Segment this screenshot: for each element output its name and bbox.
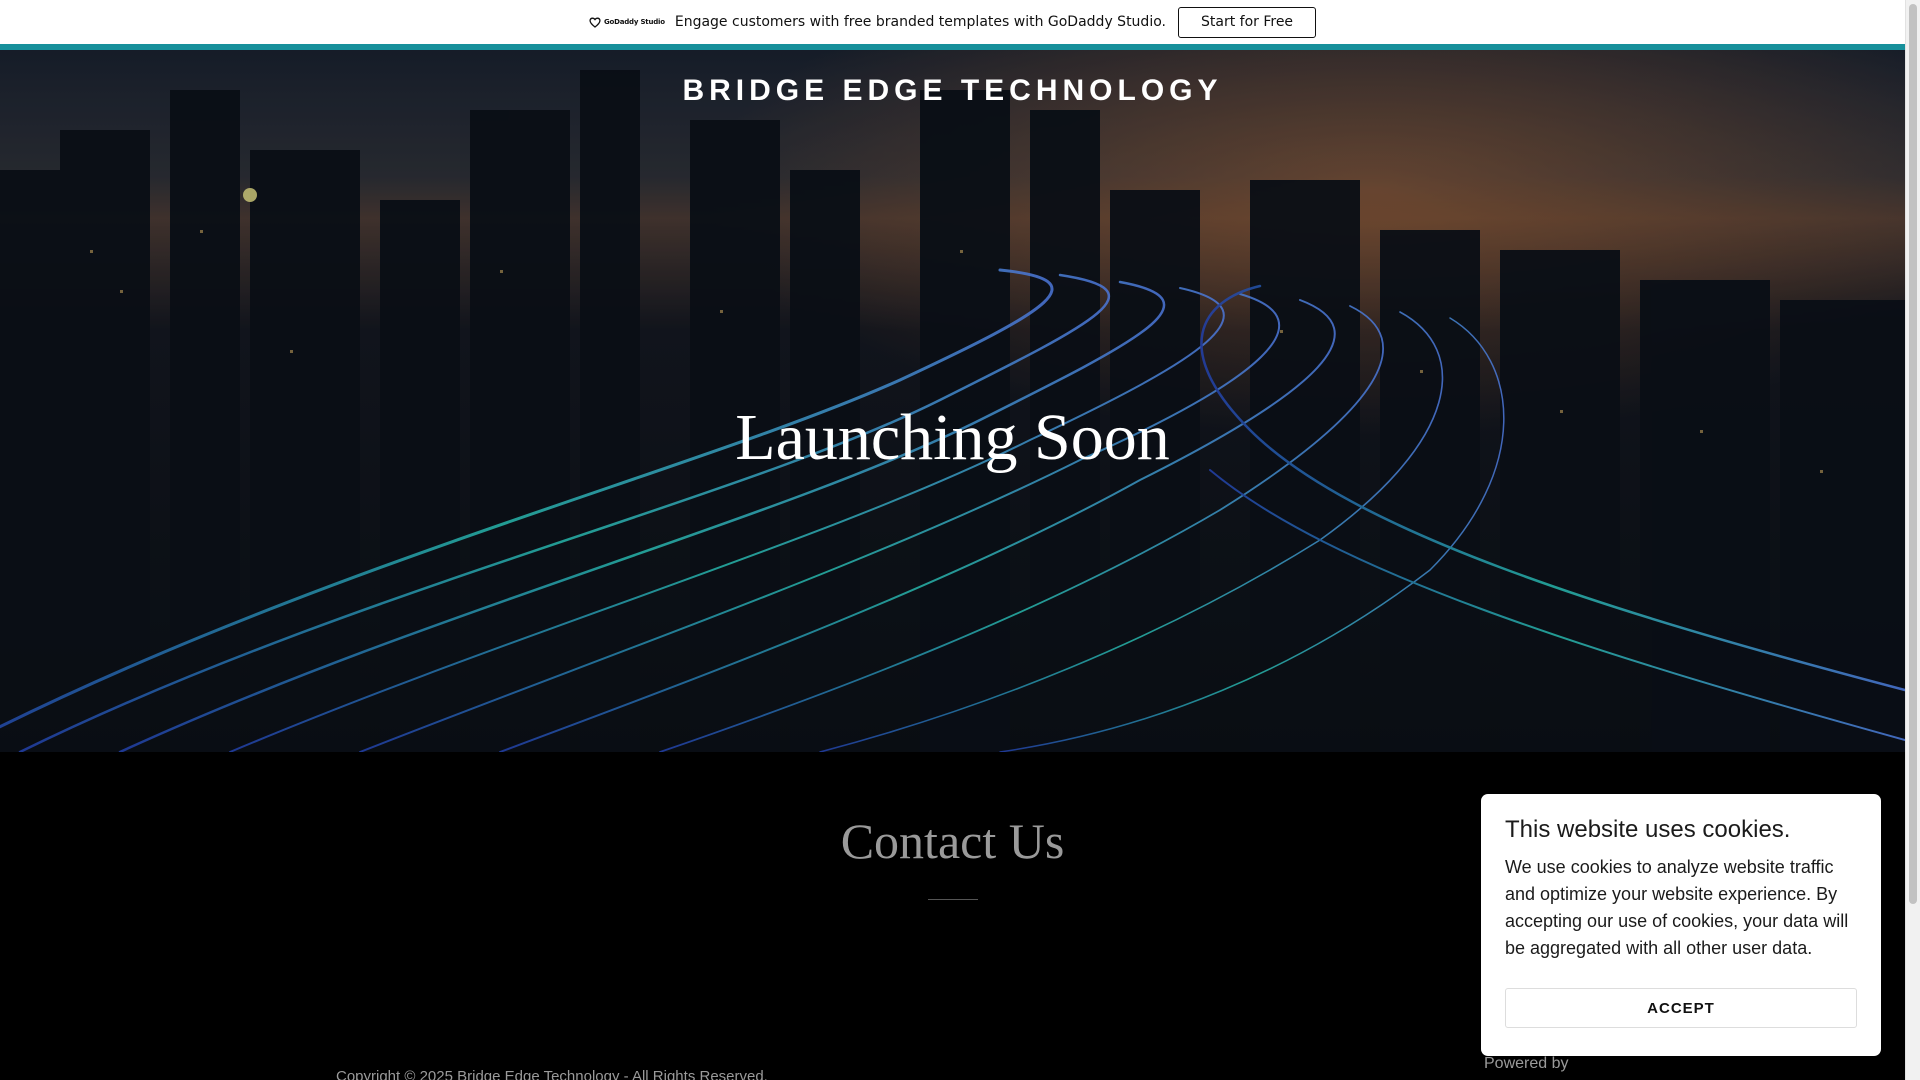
godaddy-studio-logo: GoDaddy Studio — [589, 17, 665, 28]
copyright-text: Copyright © 2025 Bridge Edge Technology … — [336, 1068, 768, 1080]
cookie-message: We use cookies to analyze website traffi… — [1505, 857, 1849, 958]
hero-heading: Launching Soon — [735, 401, 1170, 474]
godaddy-heart-icon — [589, 17, 601, 28]
hero-section: BRIDGE EDGE TECHNOLOGY Launching Soon — [0, 50, 1905, 752]
accept-cookies-button[interactable]: ACCEPT — [1505, 988, 1857, 1028]
godaddy-logo-text: GoDaddy Studio — [603, 18, 665, 26]
page: GoDaddy Studio Engage customers with fre… — [0, 0, 1920, 1080]
contact-divider — [928, 899, 978, 900]
promo-banner: GoDaddy Studio Engage customers with fre… — [0, 0, 1905, 44]
promo-message: Engage customers with free branded templ… — [674, 14, 1166, 30]
cookie-banner: This website uses cookies. We use cookie… — [1481, 794, 1881, 1056]
scrollbar-thumb[interactable] — [1909, 4, 1917, 904]
page-scrollbar[interactable] — [1905, 0, 1920, 1080]
cookie-title: This website uses cookies. — [1505, 816, 1791, 843]
start-for-free-button[interactable]: Start for Free — [1177, 6, 1317, 38]
powered-by-text: Powered by — [1484, 1055, 1569, 1072]
site-title[interactable]: BRIDGE EDGE TECHNOLOGY — [0, 74, 1905, 108]
